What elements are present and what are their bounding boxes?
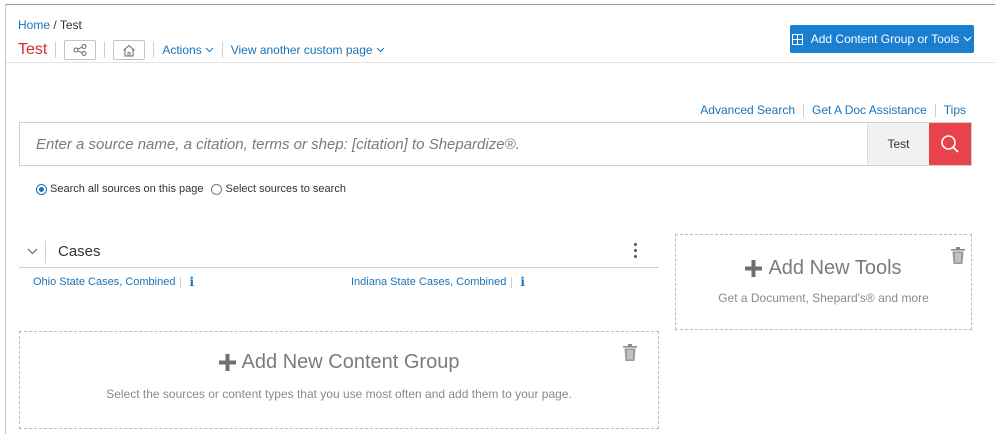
source-link[interactable]: Indiana State Cases, Combined — [351, 276, 506, 288]
chevron-down-icon — [27, 248, 37, 255]
divider — [55, 42, 57, 58]
radio-selected[interactable] — [36, 183, 47, 195]
divider — [153, 42, 155, 58]
window-left-border — [5, 4, 6, 434]
search-help-links: Advanced Search Get A Doc Assistance Tip… — [700, 103, 966, 117]
breadcrumb-current: Test — [59, 18, 82, 32]
add-new-tools-title[interactable]: Add New Tools — [676, 257, 971, 280]
divider — [221, 42, 223, 58]
divider — [803, 103, 805, 117]
divider — [104, 42, 106, 58]
search-button[interactable] — [929, 123, 971, 165]
divider — [511, 276, 513, 288]
add-new-tools-box[interactable]: Add New Tools Get a Document, Shepard's®… — [675, 234, 972, 330]
breadcrumb-home-link[interactable]: Home — [18, 18, 50, 32]
add-new-content-group-box[interactable]: Add New Content Group Select the sources… — [19, 331, 659, 429]
search-scope-selector[interactable]: Test — [867, 123, 929, 165]
grid-icon — [791, 33, 803, 45]
plus-icon — [745, 260, 763, 277]
radio-unselected[interactable] — [211, 183, 223, 195]
divider — [934, 103, 936, 117]
share-icon — [73, 44, 87, 56]
more-options-icon[interactable] — [634, 243, 637, 258]
cases-section-header: Cases — [19, 236, 659, 268]
info-icon[interactable]: i — [520, 275, 525, 289]
search-scope-options: Search all sources on this page Select s… — [36, 183, 354, 195]
page-header: Home / Test Test Actions View another cu… — [6, 5, 995, 63]
source-item: Ohio State Cases, Combined i — [33, 275, 194, 289]
custom-page-label: View another custom page — [230, 43, 373, 57]
add-content-button-label: Add Content Group or Tools — [810, 32, 960, 46]
advanced-search-link[interactable]: Advanced Search — [700, 103, 795, 117]
add-new-tools-description: Get a Document, Shepard's® and more — [718, 291, 929, 305]
tips-link[interactable]: Tips — [944, 103, 966, 117]
actions-menu[interactable]: Actions — [162, 43, 214, 57]
share-button[interactable] — [64, 40, 97, 60]
title-toolbar: Test Actions View another custom page — [18, 39, 385, 61]
chevron-down-icon — [376, 47, 384, 53]
info-icon[interactable]: i — [189, 275, 194, 289]
add-content-group-or-tools-button[interactable]: Add Content Group or Tools — [790, 25, 974, 53]
search-all-label: Search all sources on this page — [50, 183, 204, 195]
trash-icon[interactable] — [951, 247, 965, 264]
add-new-content-group-description: Select the sources or content types that… — [106, 387, 572, 401]
add-new-content-group-label: Add New Content Group — [241, 351, 460, 373]
divider — [45, 240, 46, 263]
search-all-sources-option[interactable]: Search all sources on this page — [36, 183, 203, 195]
search-icon — [941, 135, 959, 153]
select-sources-label: Select sources to search — [225, 183, 346, 195]
home-button[interactable] — [113, 40, 146, 60]
add-new-tools-label: Add New Tools — [768, 257, 902, 279]
page-title: Test — [18, 41, 48, 58]
actions-label: Actions — [162, 43, 202, 57]
add-new-content-group-title[interactable]: Add New Content Group — [20, 351, 658, 374]
home-icon — [123, 44, 136, 56]
divider — [180, 276, 182, 288]
breadcrumb: Home / Test — [18, 18, 82, 32]
custom-page-menu[interactable]: View another custom page — [231, 43, 385, 57]
search-bar: Test — [19, 122, 972, 166]
search-input[interactable] — [20, 123, 867, 165]
chevron-down-icon — [963, 36, 972, 42]
search-scope-label: Test — [887, 137, 910, 151]
get-a-doc-assistance-link[interactable]: Get A Doc Assistance — [812, 103, 927, 117]
chevron-down-icon — [205, 47, 214, 53]
source-link[interactable]: Ohio State Cases, Combined — [33, 276, 175, 288]
plus-icon — [218, 354, 236, 371]
trash-icon[interactable] — [623, 344, 637, 361]
breadcrumb-separator: / — [53, 18, 57, 32]
cases-section-title: Cases — [58, 243, 101, 260]
select-sources-option[interactable]: Select sources to search — [211, 183, 346, 195]
source-item: Indiana State Cases, Combined i — [351, 275, 525, 289]
collapse-button[interactable] — [19, 248, 45, 255]
